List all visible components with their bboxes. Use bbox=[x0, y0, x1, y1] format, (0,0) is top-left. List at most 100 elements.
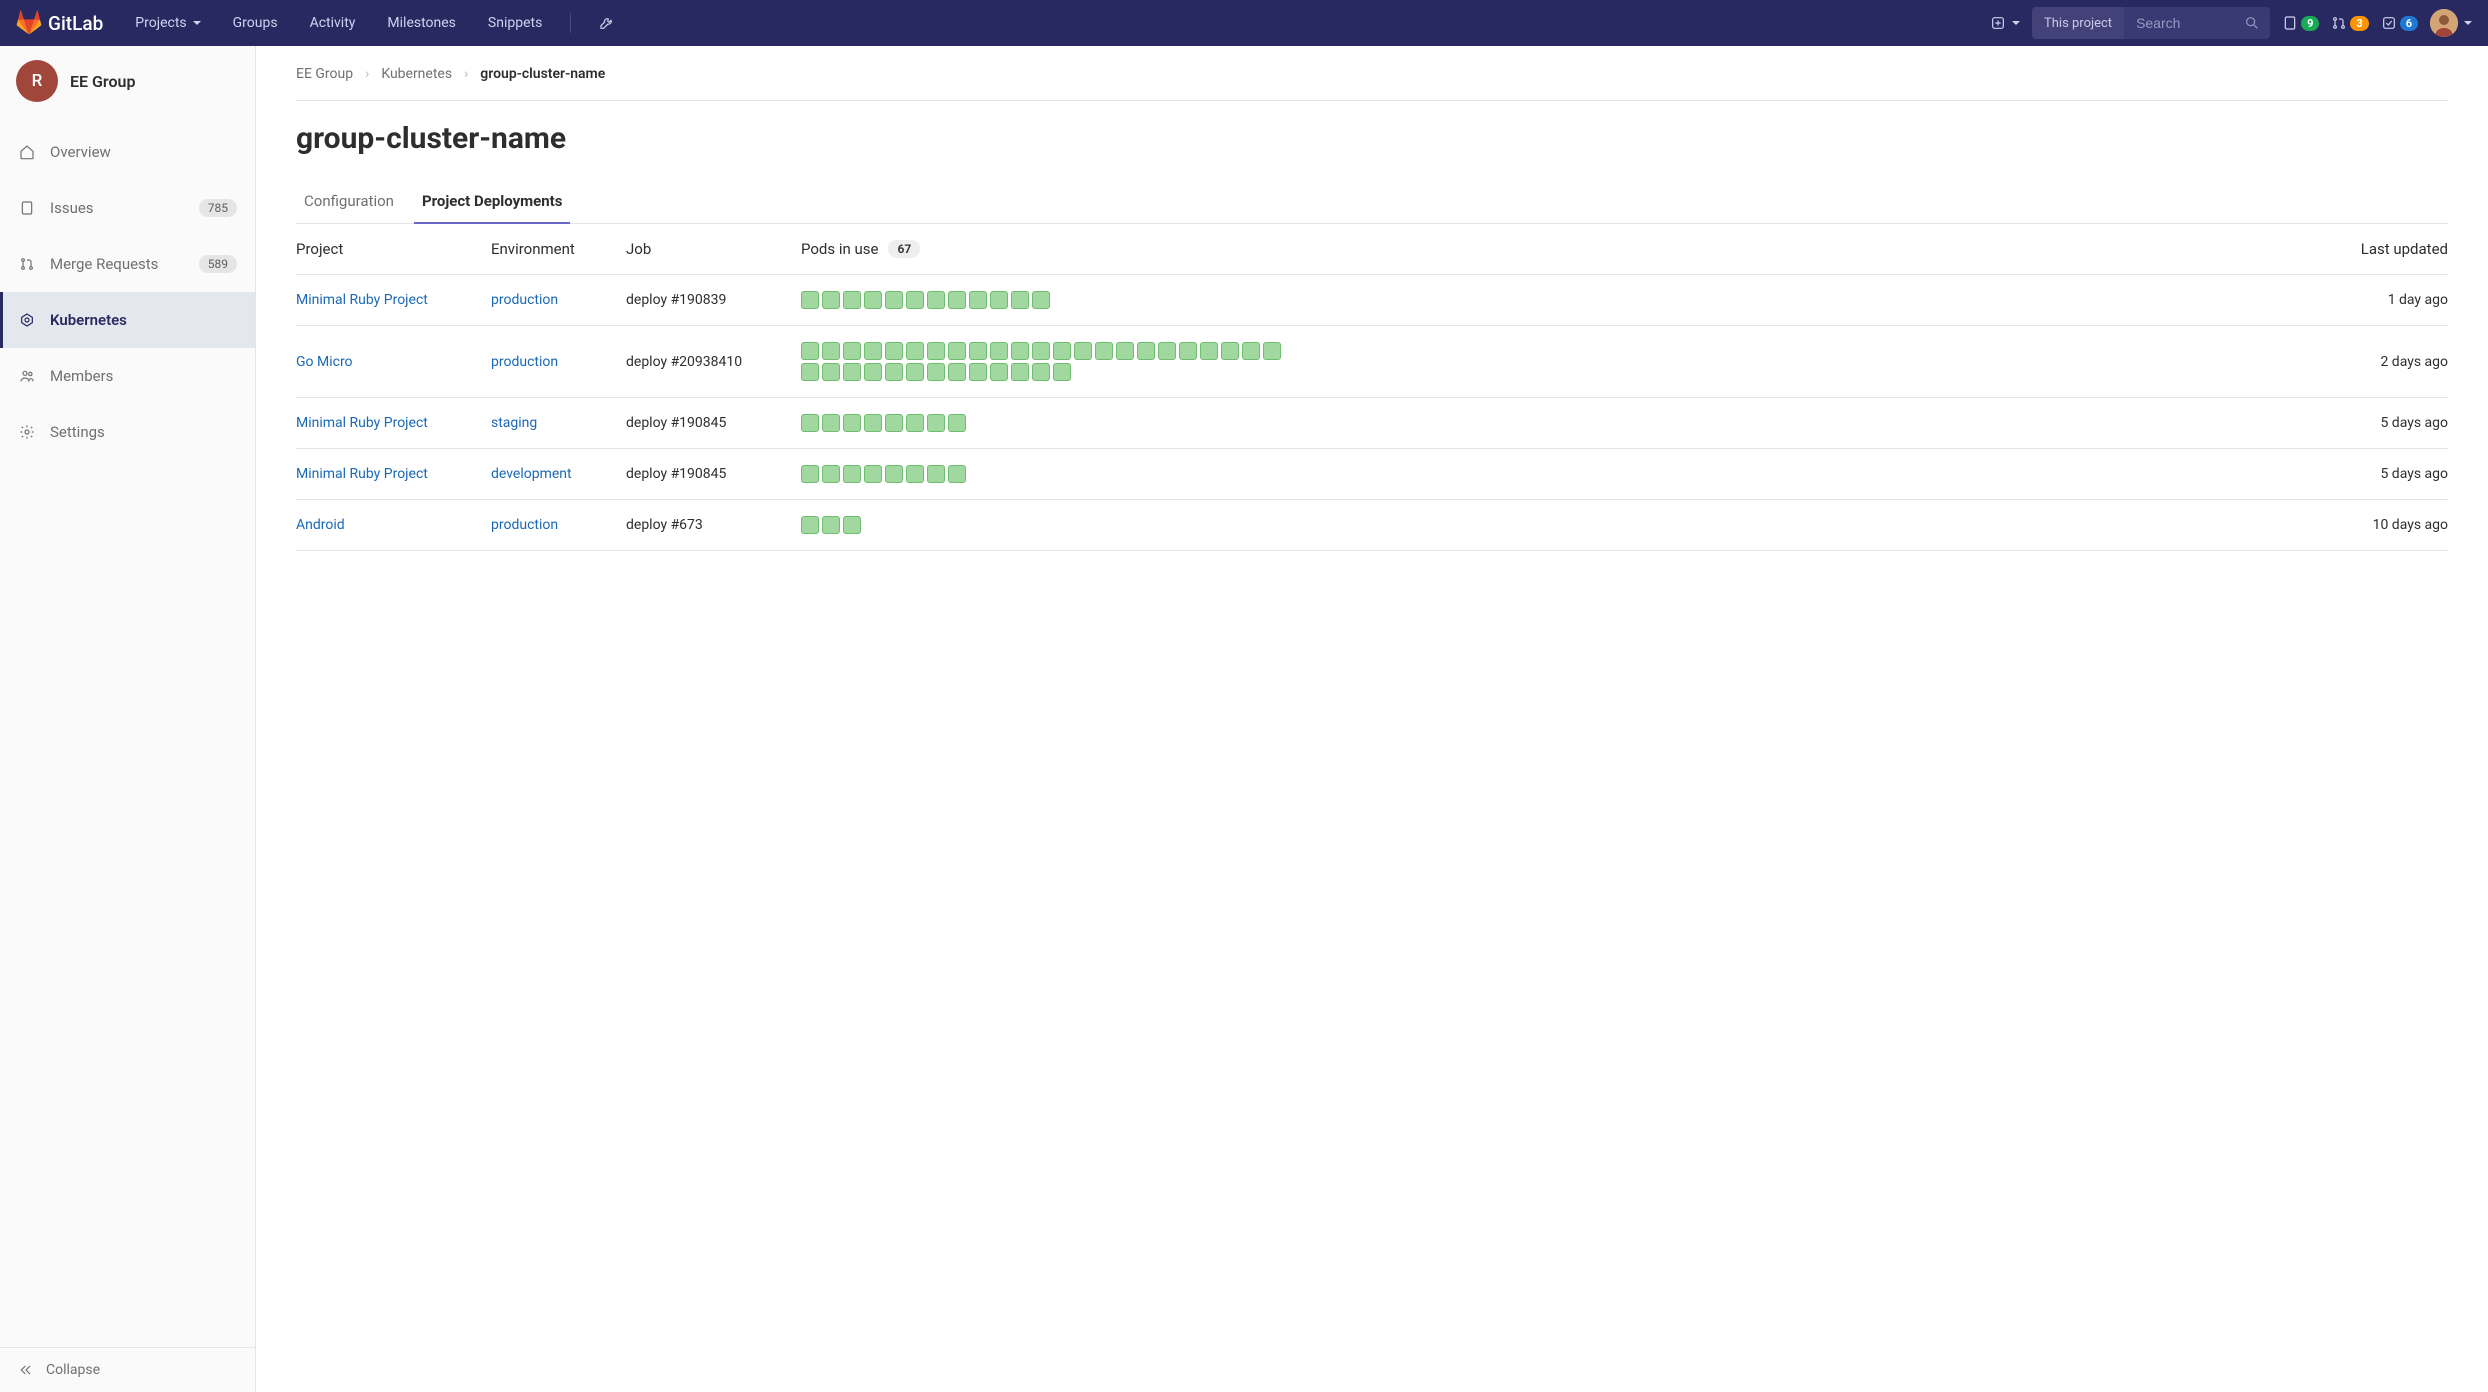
environment-link[interactable]: production bbox=[491, 517, 558, 533]
pod-square[interactable] bbox=[1011, 291, 1029, 309]
header-todos[interactable]: 6 bbox=[2381, 15, 2418, 31]
pod-square[interactable] bbox=[885, 342, 903, 360]
sidebar-item-settings[interactable]: Settings bbox=[0, 404, 255, 460]
environment-link[interactable]: development bbox=[491, 466, 572, 482]
pod-square[interactable] bbox=[822, 363, 840, 381]
pod-square[interactable] bbox=[990, 291, 1008, 309]
pod-square[interactable] bbox=[948, 465, 966, 483]
pod-square[interactable] bbox=[843, 465, 861, 483]
pod-square[interactable] bbox=[906, 414, 924, 432]
pod-square[interactable] bbox=[1095, 342, 1113, 360]
search-input[interactable] bbox=[2124, 15, 2234, 31]
nav-snippets[interactable]: Snippets bbox=[476, 0, 554, 46]
pod-square[interactable] bbox=[1242, 342, 1260, 360]
pod-square[interactable] bbox=[906, 342, 924, 360]
pod-square[interactable] bbox=[1179, 342, 1197, 360]
pod-square[interactable] bbox=[906, 291, 924, 309]
pod-square[interactable] bbox=[948, 342, 966, 360]
project-link[interactable]: Android bbox=[296, 517, 345, 533]
search-button[interactable] bbox=[2234, 15, 2270, 31]
pod-square[interactable] bbox=[843, 291, 861, 309]
pod-square[interactable] bbox=[822, 465, 840, 483]
sidebar-collapse[interactable]: Collapse bbox=[0, 1347, 255, 1392]
pod-square[interactable] bbox=[990, 342, 1008, 360]
pod-square[interactable] bbox=[801, 516, 819, 534]
pod-square[interactable] bbox=[927, 342, 945, 360]
project-link[interactable]: Minimal Ruby Project bbox=[296, 415, 428, 431]
pod-square[interactable] bbox=[843, 516, 861, 534]
breadcrumb-group[interactable]: EE Group bbox=[296, 66, 353, 82]
pod-square[interactable] bbox=[906, 465, 924, 483]
new-dropdown[interactable] bbox=[1990, 15, 2020, 31]
pod-square[interactable] bbox=[1032, 291, 1050, 309]
pod-square[interactable] bbox=[885, 291, 903, 309]
pod-square[interactable] bbox=[801, 363, 819, 381]
nav-milestones[interactable]: Milestones bbox=[375, 0, 468, 46]
gitlab-logo[interactable]: GitLab bbox=[16, 10, 103, 36]
pod-square[interactable] bbox=[822, 342, 840, 360]
tab-configuration[interactable]: Configuration bbox=[296, 180, 402, 223]
sidebar-item-issues[interactable]: Issues 785 bbox=[0, 180, 255, 236]
pod-square[interactable] bbox=[1032, 342, 1050, 360]
pod-square[interactable] bbox=[1116, 342, 1134, 360]
pod-square[interactable] bbox=[1221, 342, 1239, 360]
pod-square[interactable] bbox=[864, 291, 882, 309]
sidebar-item-overview[interactable]: Overview bbox=[0, 124, 255, 180]
pod-square[interactable] bbox=[822, 516, 840, 534]
nav-activity[interactable]: Activity bbox=[298, 0, 368, 46]
pod-square[interactable] bbox=[885, 363, 903, 381]
pod-square[interactable] bbox=[1263, 342, 1281, 360]
environment-link[interactable]: production bbox=[491, 354, 558, 370]
search-scope[interactable]: This project bbox=[2032, 7, 2124, 39]
environment-link[interactable]: staging bbox=[491, 415, 537, 431]
sidebar-header[interactable]: R EE Group bbox=[0, 46, 255, 116]
pod-square[interactable] bbox=[843, 363, 861, 381]
pod-square[interactable] bbox=[1074, 342, 1092, 360]
pod-square[interactable] bbox=[969, 291, 987, 309]
breadcrumb-section[interactable]: Kubernetes bbox=[381, 66, 452, 82]
pod-square[interactable] bbox=[927, 291, 945, 309]
pod-square[interactable] bbox=[1011, 342, 1029, 360]
nav-groups[interactable]: Groups bbox=[221, 0, 290, 46]
pod-square[interactable] bbox=[1137, 342, 1155, 360]
tab-project-deployments[interactable]: Project Deployments bbox=[414, 180, 570, 224]
pod-square[interactable] bbox=[927, 414, 945, 432]
sidebar-item-merge-requests[interactable]: Merge Requests 589 bbox=[0, 236, 255, 292]
pod-square[interactable] bbox=[969, 342, 987, 360]
pod-square[interactable] bbox=[801, 291, 819, 309]
pod-square[interactable] bbox=[843, 414, 861, 432]
pod-square[interactable] bbox=[801, 465, 819, 483]
environment-link[interactable]: production bbox=[491, 292, 558, 308]
header-issues[interactable]: 9 bbox=[2282, 15, 2319, 31]
user-menu[interactable] bbox=[2430, 9, 2472, 37]
pod-square[interactable] bbox=[801, 414, 819, 432]
pod-square[interactable] bbox=[1011, 363, 1029, 381]
pod-square[interactable] bbox=[864, 414, 882, 432]
pod-square[interactable] bbox=[864, 465, 882, 483]
nav-admin[interactable] bbox=[587, 0, 627, 46]
pod-square[interactable] bbox=[864, 342, 882, 360]
pod-square[interactable] bbox=[1200, 342, 1218, 360]
pod-square[interactable] bbox=[906, 363, 924, 381]
pod-square[interactable] bbox=[927, 363, 945, 381]
pod-square[interactable] bbox=[969, 363, 987, 381]
pod-square[interactable] bbox=[1053, 363, 1071, 381]
pod-square[interactable] bbox=[885, 414, 903, 432]
pod-square[interactable] bbox=[822, 291, 840, 309]
pod-square[interactable] bbox=[948, 291, 966, 309]
pod-square[interactable] bbox=[885, 465, 903, 483]
pod-square[interactable] bbox=[948, 363, 966, 381]
pod-square[interactable] bbox=[948, 414, 966, 432]
pod-square[interactable] bbox=[990, 363, 1008, 381]
header-merge-requests[interactable]: 3 bbox=[2331, 15, 2368, 31]
pod-square[interactable] bbox=[1053, 342, 1071, 360]
pod-square[interactable] bbox=[801, 342, 819, 360]
project-link[interactable]: Minimal Ruby Project bbox=[296, 292, 428, 308]
pod-square[interactable] bbox=[843, 342, 861, 360]
sidebar-item-kubernetes[interactable]: Kubernetes bbox=[0, 292, 255, 348]
sidebar-item-members[interactable]: Members bbox=[0, 348, 255, 404]
pod-square[interactable] bbox=[927, 465, 945, 483]
pod-square[interactable] bbox=[1158, 342, 1176, 360]
nav-projects[interactable]: Projects bbox=[123, 0, 212, 46]
pod-square[interactable] bbox=[822, 414, 840, 432]
